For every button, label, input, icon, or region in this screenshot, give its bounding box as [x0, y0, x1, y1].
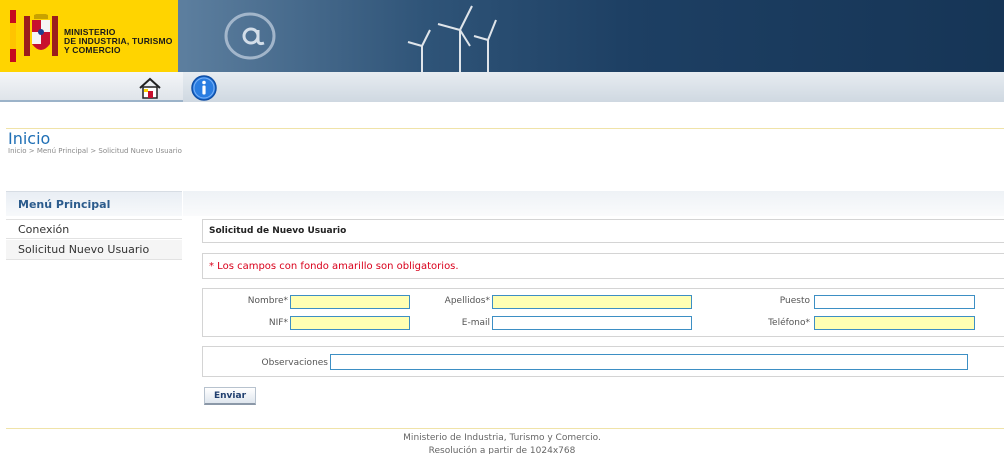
logo-text-line3: Y COMERCIO [64, 45, 121, 55]
puesto-field[interactable] [814, 295, 975, 309]
banner-photo [178, 0, 1004, 72]
info-icon[interactable] [191, 75, 217, 101]
nombre-label: Nombre* [247, 296, 288, 306]
email-label: E-mail [461, 318, 490, 328]
email-field[interactable] [492, 316, 692, 330]
required-notice-box: * Los campos con fondo amarillo son obli… [202, 253, 1004, 279]
apellidos-field[interactable] [492, 295, 692, 309]
sidebar-item-solicitud-nuevo-usuario[interactable]: Solicitud Nuevo Usuario [6, 240, 182, 260]
form-section-title: Solicitud de Nuevo Usuario [209, 226, 347, 236]
form-section-header: Solicitud de Nuevo Usuario [202, 219, 1004, 243]
required-notice: * Los campos con fondo amarillo son obli… [209, 261, 459, 272]
observaciones-label: Observaciones [261, 358, 328, 368]
page-title: Inicio [8, 129, 51, 148]
footer-divider [6, 428, 1004, 429]
header-banner: MINISTERIO DE INDUSTRIA, TURISMO Y COMER… [0, 0, 1004, 72]
at-sign-icon [224, 12, 276, 60]
telefono-label: Teléfono* [768, 318, 810, 328]
spain-coat-of-arms-icon [24, 14, 58, 56]
logo-text: MINISTERIO DE INDUSTRIA, TURISMO Y COMER… [64, 28, 173, 55]
sidebar-header: Menú Principal [6, 191, 182, 216]
flag-stripe [10, 10, 16, 62]
wind-turbine-icon [407, 5, 497, 72]
footer-resolution-text: Resolución a partir de 1024x768 [428, 446, 576, 454]
telefono-field[interactable] [814, 316, 975, 330]
icon-toolbar-right [183, 72, 1004, 102]
nif-label: NIF* [268, 318, 288, 328]
puesto-label: Puesto [779, 296, 810, 306]
apellidos-label: Apellidos* [444, 296, 490, 306]
observaciones-field[interactable] [330, 354, 968, 370]
ministry-logo: MINISTERIO DE INDUSTRIA, TURISMO Y COMER… [0, 0, 178, 72]
nif-field[interactable] [290, 316, 410, 330]
footer-ministry-text: Ministerio de Industria, Turismo y Comer… [403, 433, 601, 443]
breadcrumb: Inicio > Menú Principal > Solicitud Nuev… [8, 147, 182, 155]
content-header-bar [183, 191, 1004, 216]
nombre-field[interactable] [290, 295, 410, 309]
title-divider [6, 128, 1004, 129]
sidebar-item-conexion[interactable]: Conexión [6, 219, 182, 239]
home-icon[interactable] [138, 77, 162, 99]
sidebar-header-label: Menú Principal [18, 198, 111, 211]
enviar-button[interactable]: Enviar [204, 387, 256, 405]
